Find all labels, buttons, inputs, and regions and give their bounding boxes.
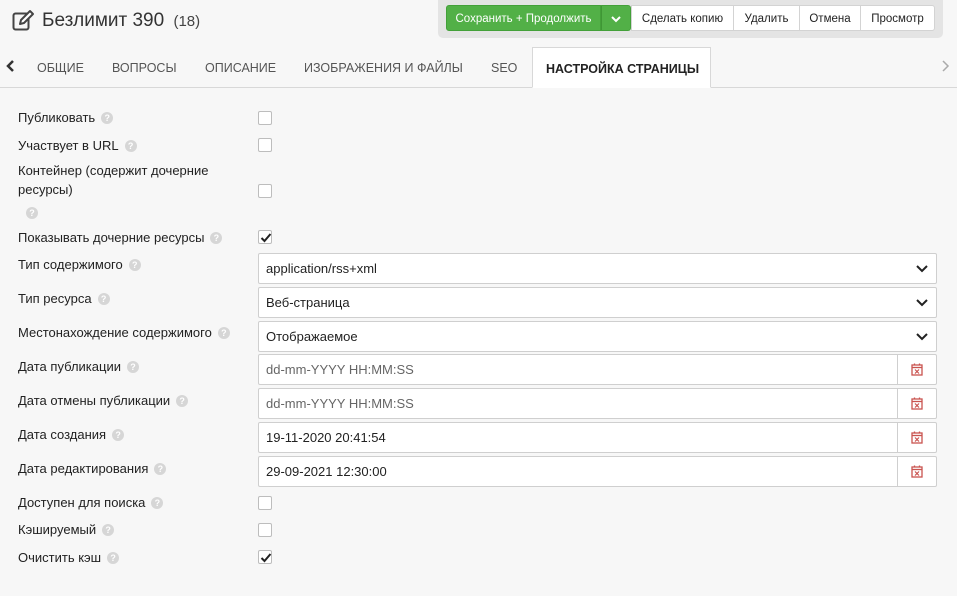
tab-seo[interactable]: SEO <box>491 47 517 87</box>
help-icon[interactable]: ? <box>26 206 38 219</box>
page-title-text: Безлимит 390 <box>42 10 165 31</box>
checkmark-icon <box>260 553 272 563</box>
publish-label: Публиковать? <box>18 108 114 127</box>
help-icon[interactable]: ? <box>101 111 114 124</box>
resource-type-select[interactable]: Веб-страница <box>258 287 937 318</box>
help-icon[interactable]: ? <box>217 326 230 339</box>
pub-date-input[interactable]: dd-mm-YYYY HH:MM:SS <box>258 354 937 385</box>
pub-date-placeholder: dd-mm-YYYY HH:MM:SS <box>266 362 414 377</box>
container-checkbox[interactable] <box>258 184 272 198</box>
help-icon[interactable]: ? <box>176 394 189 407</box>
help-icon[interactable]: ? <box>124 139 137 152</box>
chevron-down-icon <box>916 333 928 341</box>
preview-button[interactable]: Просмотр <box>860 5 935 31</box>
help-icon[interactable]: ? <box>102 523 115 536</box>
content-type-select[interactable]: application/rss+xml <box>258 253 937 284</box>
unpub-date-calendar-button[interactable] <box>897 389 936 418</box>
unpub-date-input[interactable]: dd-mm-YYYY HH:MM:SS <box>258 388 937 419</box>
edited-date-value: 29-09-2021 12:30:00 <box>266 464 387 479</box>
chevron-down-icon <box>916 299 928 307</box>
pub-date-label: Дата публикации? <box>18 357 139 376</box>
content-type-value: application/rss+xml <box>266 261 377 276</box>
tab-page-settings[interactable]: НАСТРОЙКА СТРАНИЦЫ <box>532 47 711 88</box>
show-children-label: Показывать дочерние ресурсы? <box>18 228 223 247</box>
created-date-input[interactable]: 19-11-2020 20:41:54 <box>258 422 937 453</box>
tab-images-files[interactable]: ИЗОБРАЖЕНИЯ И ФАЙЛЫ <box>304 47 463 87</box>
children-count: (18) <box>173 13 201 30</box>
calendar-clear-icon <box>911 397 923 410</box>
tab-description[interactable]: ОПИСАНИЕ <box>205 47 276 87</box>
chevron-down-icon <box>611 16 621 23</box>
checkmark-icon <box>260 233 272 243</box>
calendar-clear-icon <box>911 431 923 444</box>
in-url-label: Участвует в URL? <box>18 136 137 155</box>
edited-date-input[interactable]: 29-09-2021 12:30:00 <box>258 456 937 487</box>
created-date-value: 19-11-2020 20:41:54 <box>266 430 386 445</box>
resource-type-value: Веб-страница <box>266 295 350 310</box>
show-children-checkbox[interactable] <box>258 230 272 244</box>
save-continue-button[interactable]: Сохранить + Продолжить <box>446 5 601 31</box>
page-title: Безлимит 390 (18) <box>42 10 200 32</box>
publish-checkbox[interactable] <box>258 111 272 125</box>
clear-cache-label: Очистить кэш? <box>18 548 120 567</box>
cancel-button[interactable]: Отмена <box>799 5 861 31</box>
calendar-clear-icon <box>911 363 923 376</box>
searchable-label: Доступен для поиска? <box>18 493 164 512</box>
help-icon[interactable]: ? <box>210 231 223 244</box>
searchable-checkbox[interactable] <box>258 496 272 510</box>
edited-date-calendar-button[interactable] <box>897 457 936 486</box>
help-icon[interactable]: ? <box>107 551 120 564</box>
help-icon[interactable]: ? <box>128 258 141 271</box>
resource-type-label: Тип ресурса? <box>18 289 110 308</box>
help-icon[interactable]: ? <box>151 496 164 509</box>
edit-icon <box>12 10 34 31</box>
tab-bar: ОБЩИЕ ВОПРОСЫ ОПИСАНИЕ ИЗОБРАЖЕНИЯ И ФАЙ… <box>0 47 957 88</box>
tab-general[interactable]: ОБЩИЕ <box>37 47 84 87</box>
container-label: Контейнер (содержит дочерние ресурсы) ? <box>18 163 209 219</box>
tab-questions[interactable]: ВОПРОСЫ <box>112 47 177 87</box>
created-date-label: Дата создания? <box>18 425 125 444</box>
content-type-label: Тип содержимого? <box>18 255 141 274</box>
content-disposition-label: Местонахождение содержимого? <box>18 323 230 342</box>
save-options-dropdown-button[interactable] <box>601 5 631 31</box>
cacheable-label: Кэшируемый? <box>18 520 115 539</box>
chevron-left-icon[interactable] <box>4 59 18 73</box>
in-url-checkbox[interactable] <box>258 138 272 152</box>
help-icon[interactable]: ? <box>126 360 139 373</box>
created-date-calendar-button[interactable] <box>897 423 936 452</box>
chevron-right-icon[interactable] <box>940 60 950 72</box>
clear-cache-checkbox[interactable] <box>258 550 272 564</box>
content-disposition-value: Отображаемое <box>266 329 358 344</box>
help-icon[interactable]: ? <box>112 428 125 441</box>
cacheable-checkbox[interactable] <box>258 523 272 537</box>
help-icon[interactable]: ? <box>154 462 167 475</box>
chevron-down-icon <box>916 265 928 273</box>
content-disposition-select[interactable]: Отображаемое <box>258 321 937 352</box>
edited-date-label: Дата редактирования? <box>18 459 167 478</box>
duplicate-button[interactable]: Сделать копию <box>631 5 734 31</box>
pub-date-calendar-button[interactable] <box>897 355 936 384</box>
delete-button[interactable]: Удалить <box>733 5 800 31</box>
calendar-clear-icon <box>911 465 923 478</box>
help-icon[interactable]: ? <box>97 292 110 305</box>
action-toolbar: Сохранить + Продолжить Сделать копию Уда… <box>438 0 943 38</box>
unpub-date-label: Дата отмены публикации? <box>18 391 189 410</box>
unpub-date-placeholder: dd-mm-YYYY HH:MM:SS <box>266 396 414 411</box>
